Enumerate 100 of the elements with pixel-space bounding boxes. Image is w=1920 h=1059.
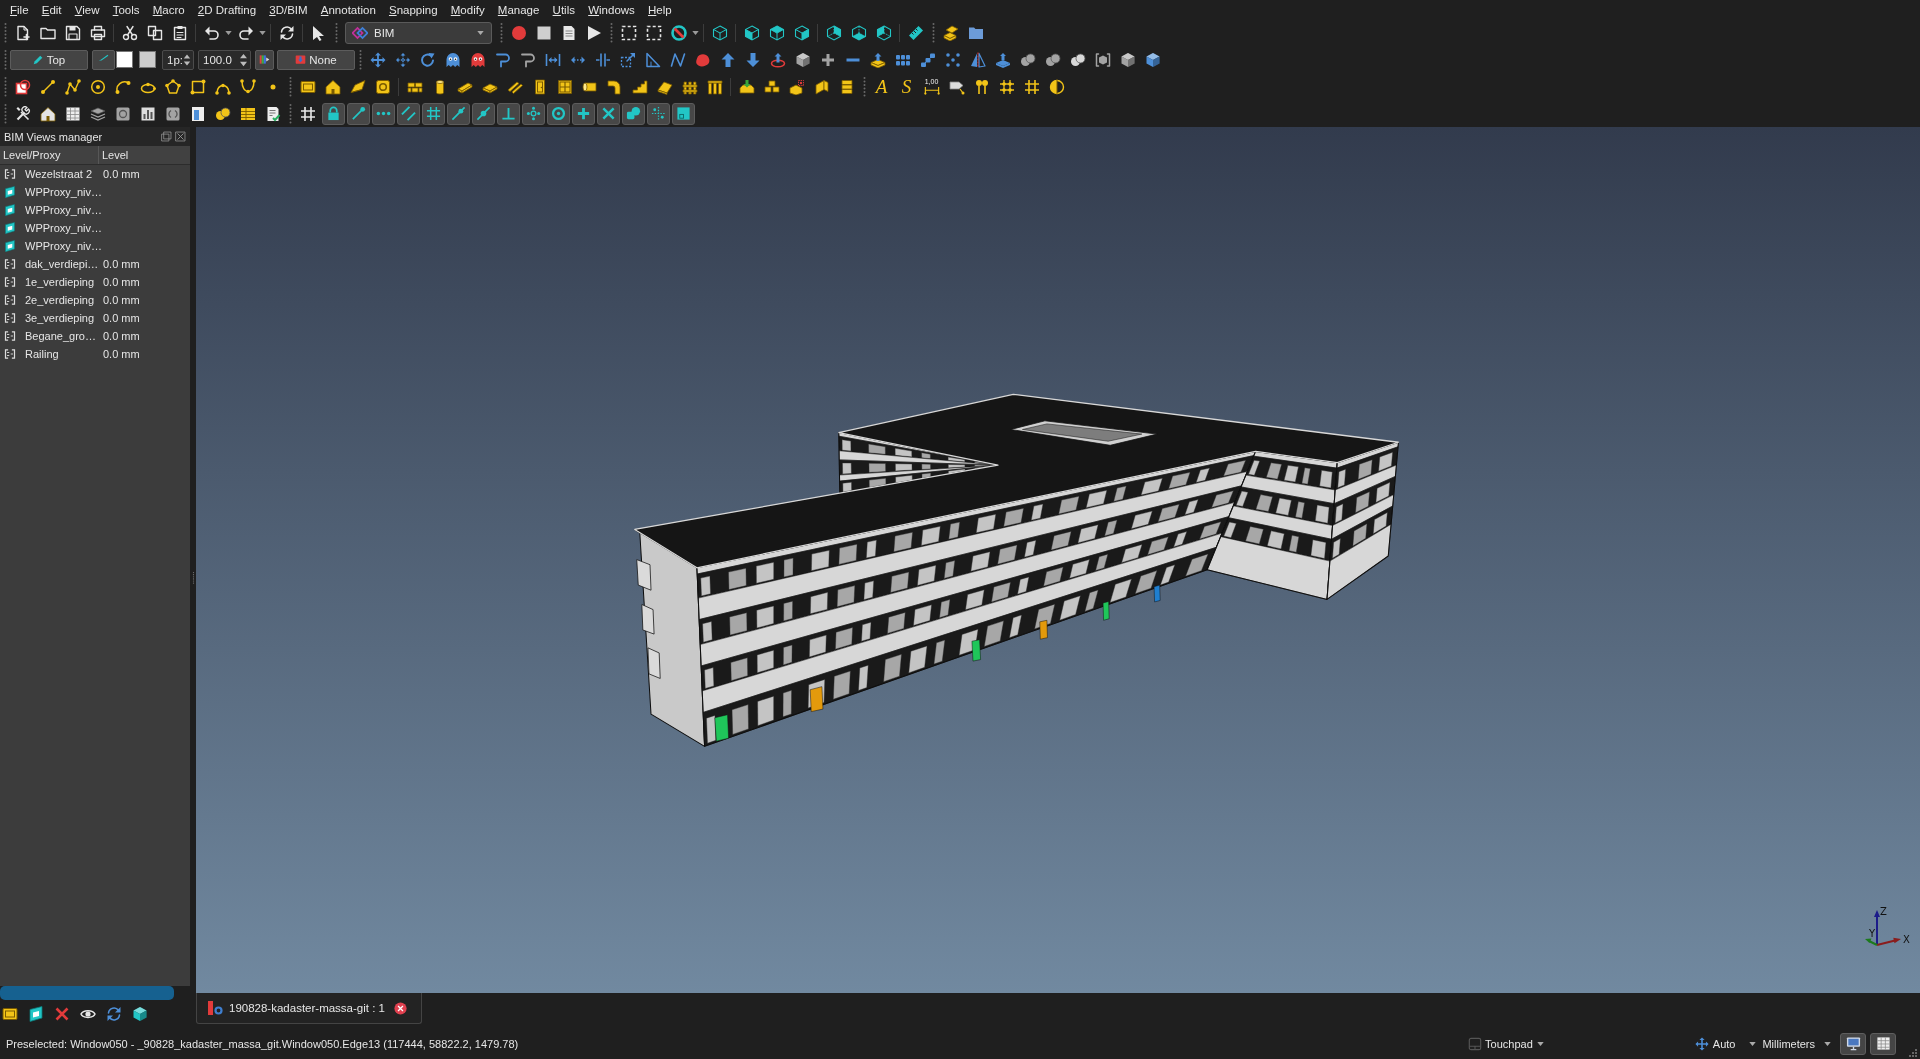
tree-row[interactable]: 3e_verdieping 0.0 mm [0,309,190,327]
path-array-icon[interactable] [919,51,936,68]
grid-dots-icon[interactable] [998,78,1015,95]
frame-panel-icon[interactable] [299,78,316,95]
grid-icon[interactable] [1023,78,1040,95]
wedge-icon[interactable] [349,78,366,95]
resize-grip-icon[interactable] [1907,1047,1917,1057]
tray-arrow-icon[interactable] [738,78,755,95]
toolbar-grip-icon[interactable] [500,22,503,43]
copy-icon[interactable] [146,24,163,41]
toolbar-grip-icon[interactable] [610,22,613,43]
prohibition-icon[interactable] [670,24,687,41]
elbow-pipe-icon[interactable] [606,78,623,95]
box-stack-icon[interactable] [942,24,959,41]
toolbar-grip-icon[interactable] [4,22,7,43]
splitter-grip-icon[interactable] [191,571,195,584]
menu-item[interactable]: Modify [444,3,492,16]
pentagon-icon[interactable] [164,78,181,95]
mirror-icon[interactable] [969,51,986,68]
group-select-button[interactable]: None [277,49,355,70]
tree-row[interactable]: WPProxy_niv… [0,219,190,237]
cross-arrows-icon[interactable] [394,51,411,68]
menu-item[interactable]: Annotation [314,3,383,16]
table-icon[interactable] [239,105,256,122]
shape-string-tool-button[interactable]: S [898,75,915,98]
play-icon[interactable] [585,24,602,41]
spreadsheet-icon[interactable] [1875,1036,1891,1051]
tree-row[interactable]: Wezelstraat 2 0.0 mm [0,165,190,183]
arrow-ring-icon[interactable] [769,51,786,68]
toolbar-grip-icon[interactable] [359,49,362,70]
move-icon[interactable] [1694,1036,1709,1051]
gear-box-icon[interactable] [374,78,391,95]
hook-icon[interactable] [494,51,511,68]
bar-chart-icon[interactable] [139,105,156,122]
caret-icon[interactable] [225,30,232,35]
stop-icon[interactable] [535,24,552,41]
spheres-icon[interactable] [1044,51,1061,68]
rounded-square-icon[interactable] [164,105,181,122]
cube-icon[interactable] [794,51,811,68]
blob-icon[interactable] [694,51,711,68]
caret-icon[interactable] [692,30,699,35]
box-select-icon[interactable] [620,24,637,41]
spin-arrows-icon[interactable] [239,52,248,67]
cube-right-icon[interactable] [793,24,810,41]
number-field[interactable]: 100.0 [198,49,251,70]
menu-item[interactable]: Help [641,3,679,16]
redo-icon[interactable] [237,24,254,41]
line-width-field[interactable]: 1p: [162,49,194,70]
ruler-icon[interactable] [907,24,924,41]
menu-item[interactable]: Macro [146,3,192,16]
tree-row[interactable]: dak_verdiepi… 0.0 mm [0,255,190,273]
menu-item[interactable]: 2D Drafting [191,3,263,16]
toolbar-grip-icon[interactable] [932,22,935,43]
ghost-icon[interactable] [469,51,486,68]
horizontal-scrollbar-thumb[interactable] [0,986,174,1000]
section-icon[interactable] [1048,78,1065,95]
columns-icon[interactable] [706,78,723,95]
cube-front-icon[interactable] [743,24,760,41]
polyline-icon[interactable] [64,78,81,95]
tools-icon[interactable] [14,105,31,122]
toolbar-grip-icon[interactable] [4,49,7,70]
menu-item[interactable]: Snapping [382,3,445,16]
tree-row[interactable]: WPProxy_niv… [0,183,190,201]
tree-row[interactable]: WPProxy_niv… [0,201,190,219]
house-icon[interactable] [39,105,56,122]
box-select-icon[interactable] [645,24,662,41]
spin-arrows-icon[interactable] [183,52,191,67]
new-document-icon[interactable] [14,24,31,41]
rotate-icon[interactable] [419,51,436,68]
record-icon[interactable] [510,24,527,41]
point-icon[interactable] [269,83,276,90]
bezier-icon[interactable] [239,78,256,95]
spreadsheet-icon[interactable] [64,105,81,122]
menu-item[interactable]: Manage [491,3,546,16]
menu-item[interactable]: Edit [35,3,69,16]
spheres-icon[interactable] [214,105,231,122]
point-array-icon[interactable] [944,51,961,68]
construction-mode-button[interactable] [92,49,115,70]
menu-item[interactable]: Utils [546,3,582,16]
toolbar-grip-icon[interactable] [289,76,292,97]
working-plane-button[interactable]: Top [10,49,88,70]
caret-icon[interactable] [1749,1041,1757,1046]
scale-icon[interactable] [619,51,636,68]
window-icon[interactable] [556,78,573,95]
navigation-style-dropdown[interactable]: Touchpad [1468,1036,1545,1051]
spheres-icon[interactable] [1019,51,1036,68]
printer-icon[interactable] [89,24,106,41]
document-icon[interactable] [189,105,206,122]
palette-arrow-icon[interactable] [259,54,270,65]
scissors-icon[interactable] [121,24,138,41]
caret-icon[interactable] [259,30,266,35]
move-icon[interactable] [369,51,386,68]
column-header[interactable]: Level/Proxy [0,146,99,164]
arrow-up-icon[interactable] [719,51,736,68]
toolbar-grip-icon[interactable] [863,76,866,97]
color-swatch-icon[interactable] [116,51,133,68]
folded-panel-icon[interactable] [813,78,830,95]
close-icon[interactable] [175,131,186,142]
undo-icon[interactable] [203,24,220,41]
double-bar-icon[interactable] [594,51,611,68]
